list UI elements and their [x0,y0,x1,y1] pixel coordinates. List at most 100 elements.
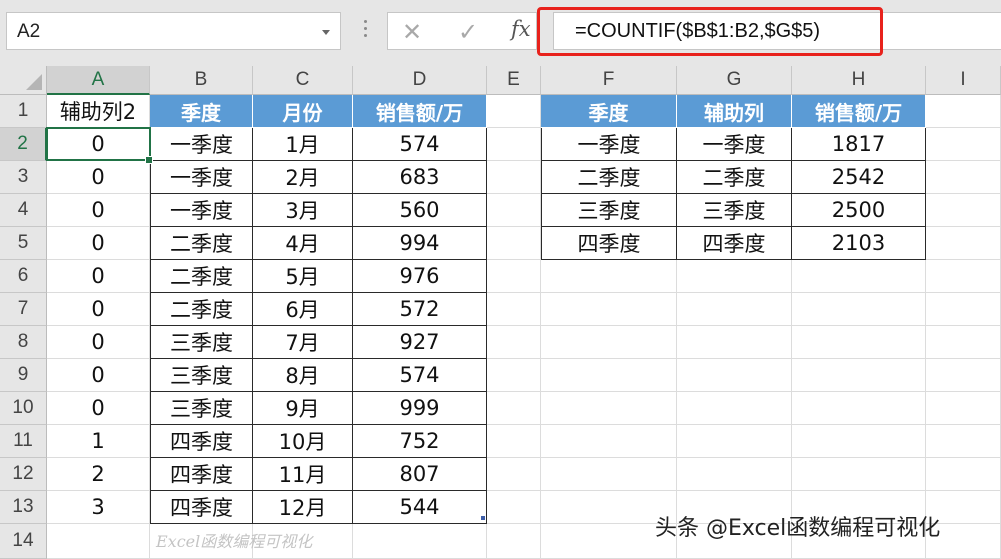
row-header-6[interactable]: 6 [0,260,47,293]
drag-handle-icon[interactable] [364,20,368,46]
helper-cell[interactable]: 0 [47,227,150,260]
column-header-f[interactable]: F [541,66,677,95]
helper-cell[interactable]: 0 [47,194,150,227]
grid-cell[interactable] [487,227,541,260]
table-cell[interactable]: 574 [353,128,487,161]
summary-cell[interactable]: 四季度 [541,227,677,260]
table-cell[interactable]: 544 [353,491,487,524]
grid-cell[interactable] [926,326,1001,359]
left-table-header[interactable]: 销售额/万 [353,95,487,128]
table-cell[interactable]: 5月 [253,260,353,293]
table-resize-handle[interactable] [481,516,485,520]
column-header-g[interactable]: G [677,66,792,95]
cell-a1[interactable]: 辅助列2 [47,95,150,128]
grid-cell[interactable] [926,458,1001,491]
table-cell[interactable]: 683 [353,161,487,194]
enter-check-icon[interactable]: ✓ [458,18,478,46]
row-header-13[interactable]: 13 [0,491,47,524]
grid-cell[interactable] [541,425,677,458]
table-cell[interactable]: 8月 [253,359,353,392]
grid-cell[interactable] [677,260,792,293]
grid-cell[interactable] [541,392,677,425]
helper-cell[interactable]: 0 [47,326,150,359]
grid-cell[interactable] [792,293,926,326]
grid-cell[interactable] [487,128,541,161]
helper-cell[interactable]: 0 [47,293,150,326]
row-header-7[interactable]: 7 [0,293,47,326]
column-header-e[interactable]: E [487,66,541,95]
helper-cell[interactable]: 0 [47,260,150,293]
table-cell[interactable]: 927 [353,326,487,359]
table-cell[interactable]: 994 [353,227,487,260]
grid-cell[interactable] [926,293,1001,326]
right-table-header[interactable]: 销售额/万 [792,95,926,128]
grid-cell[interactable] [792,260,926,293]
left-table-header[interactable]: 季度 [150,95,253,128]
summary-cell[interactable]: 二季度 [541,161,677,194]
grid-cell[interactable] [487,392,541,425]
grid-cell[interactable] [926,95,1001,128]
grid-cell[interactable] [541,293,677,326]
table-cell[interactable]: 12月 [253,491,353,524]
row-header-12[interactable]: 12 [0,458,47,491]
grid-cell[interactable] [487,161,541,194]
name-box-value[interactable]: A2 [17,21,40,43]
table-cell[interactable]: 999 [353,392,487,425]
grid-cell[interactable] [487,359,541,392]
grid-cell[interactable] [677,458,792,491]
right-table-header[interactable]: 辅助列 [677,95,792,128]
grid-cell[interactable] [792,425,926,458]
row-header-2[interactable]: 2 [0,128,47,161]
table-cell[interactable]: 560 [353,194,487,227]
grid-cell[interactable] [487,458,541,491]
summary-cell[interactable]: 2103 [792,227,926,260]
grid-cell[interactable] [926,194,1001,227]
grid-cell[interactable] [541,458,677,491]
table-cell[interactable]: 四季度 [150,458,253,491]
table-cell[interactable]: 574 [353,359,487,392]
grid-cell[interactable] [926,425,1001,458]
table-cell[interactable]: 9月 [253,392,353,425]
chevron-down-icon[interactable] [322,30,330,35]
summary-cell[interactable]: 三季度 [677,194,792,227]
row-header-14[interactable]: 14 [0,524,47,559]
grid-cell[interactable] [926,392,1001,425]
table-cell[interactable]: 10月 [253,425,353,458]
grid-cell[interactable] [677,392,792,425]
summary-cell[interactable]: 1817 [792,128,926,161]
summary-cell[interactable]: 一季度 [677,128,792,161]
grid-cell[interactable] [792,326,926,359]
row-header-4[interactable]: 4 [0,194,47,227]
summary-cell[interactable]: 2500 [792,194,926,227]
grid-cell[interactable] [353,524,487,559]
table-cell[interactable]: 7月 [253,326,353,359]
column-header-b[interactable]: B [150,66,253,95]
helper-cell[interactable]: 0 [47,359,150,392]
right-table-header[interactable]: 季度 [541,95,677,128]
table-cell[interactable]: 二季度 [150,227,253,260]
table-cell[interactable]: 四季度 [150,491,253,524]
grid-cell[interactable] [677,359,792,392]
grid-cell[interactable] [677,425,792,458]
table-cell[interactable]: 三季度 [150,392,253,425]
grid-cell[interactable] [487,95,541,128]
summary-cell[interactable]: 二季度 [677,161,792,194]
table-cell[interactable]: 752 [353,425,487,458]
helper-cell[interactable]: 3 [47,491,150,524]
table-cell[interactable]: 一季度 [150,194,253,227]
grid-cell[interactable] [792,458,926,491]
grid-cell[interactable] [926,260,1001,293]
grid-cell[interactable] [487,260,541,293]
helper-cell[interactable]: 2 [47,458,150,491]
table-cell[interactable]: 1月 [253,128,353,161]
table-cell[interactable]: 二季度 [150,293,253,326]
grid-cell[interactable] [541,260,677,293]
select-all-corner[interactable] [0,66,47,95]
table-cell[interactable]: 2月 [253,161,353,194]
column-header-i[interactable]: I [926,66,1001,95]
table-cell[interactable]: 一季度 [150,161,253,194]
row-header-5[interactable]: 5 [0,227,47,260]
table-cell[interactable]: 976 [353,260,487,293]
grid-cell[interactable] [487,293,541,326]
name-box[interactable]: A2 [6,12,341,50]
